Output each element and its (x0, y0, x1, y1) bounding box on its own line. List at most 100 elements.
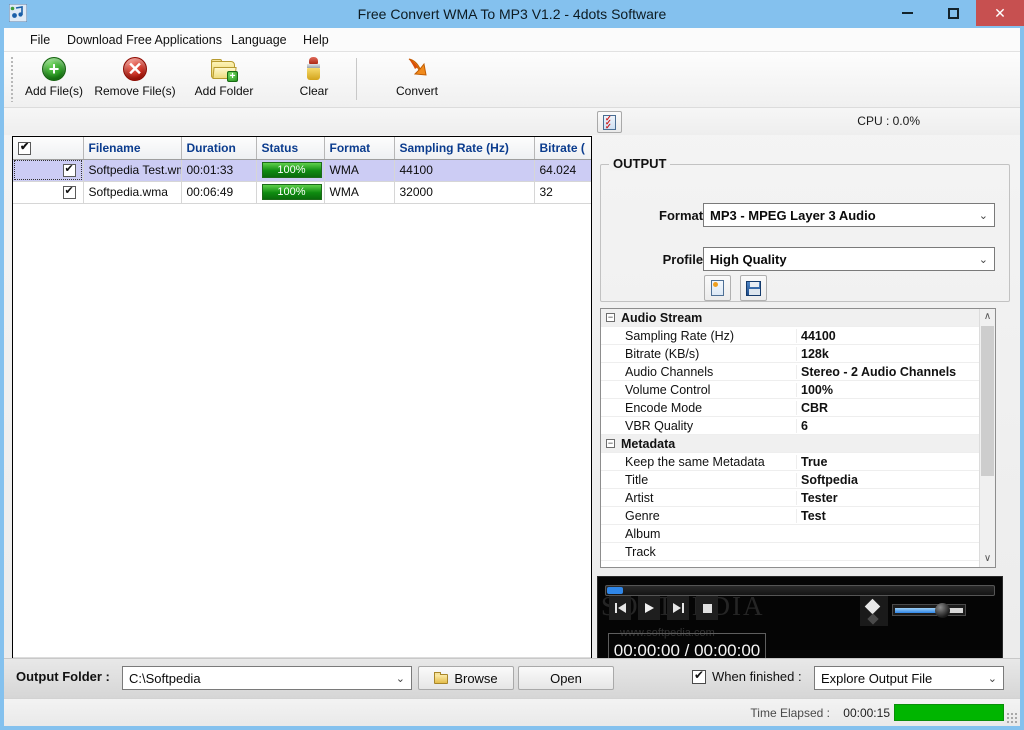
property-row[interactable]: Audio Channels Stereo - 2 Audio Channels (601, 363, 995, 381)
property-row[interactable]: Track (601, 543, 995, 561)
property-row[interactable]: Keep the same Metadata True (601, 453, 995, 471)
profile-label: Profile : (662, 252, 711, 267)
column-header-status[interactable]: Status (256, 137, 325, 160)
save-profile-button[interactable] (740, 275, 767, 301)
collapse-icon[interactable]: − (606, 313, 615, 322)
cell-sampling: 32000 (394, 181, 535, 204)
output-group: OUTPUT Format : MP3 - MPEG Layer 3 Audio… (600, 156, 1010, 302)
checklist-icon: ✓ ✓ ✓ (603, 114, 616, 130)
property-group-audio-stream[interactable]: − Audio Stream (601, 309, 995, 327)
row-checkbox-cell[interactable] (13, 159, 84, 182)
cell-filename: Softpedia Test.wma (83, 159, 182, 182)
play-icon (645, 603, 654, 613)
column-header-sampling[interactable]: Sampling Rate (Hz) (394, 137, 535, 160)
resize-grip[interactable] (1006, 712, 1018, 724)
property-group-metadata[interactable]: − Metadata (601, 435, 995, 453)
property-row[interactable]: Artist Tester (601, 489, 995, 507)
skip-next-icon (672, 603, 684, 613)
volume-slider[interactable] (892, 603, 966, 618)
scrollbar-thumb[interactable] (981, 326, 994, 476)
seek-thumb[interactable] (607, 587, 623, 594)
property-row[interactable]: VBR Quality 6 (601, 417, 995, 435)
application-window: Free Convert WMA To MP3 V1.2 - 4dots Sof… (0, 0, 1024, 730)
property-row[interactable]: Encode Mode CBR (601, 399, 995, 417)
stop-icon (702, 603, 712, 613)
output-folder-combobox[interactable]: C:\Softpedia ⌄ (122, 666, 412, 690)
next-button[interactable] (667, 596, 689, 620)
when-finished-checkbox[interactable] (692, 668, 706, 684)
folder-add-icon: + (211, 56, 238, 82)
property-row[interactable]: Sampling Rate (Hz) 44100 (601, 327, 995, 345)
cpu-usage-label: CPU : 0.0% (857, 114, 920, 128)
convert-button[interactable]: Convert (384, 54, 450, 104)
property-row[interactable]: Genre Test (601, 507, 995, 525)
open-button[interactable]: Open (518, 666, 614, 690)
remove-files-button[interactable]: ✕ Remove File(s) (88, 54, 182, 104)
column-header-filename[interactable]: Filename (83, 137, 182, 160)
status-progress-bar: 100% (261, 184, 322, 200)
scroll-up-arrow-icon[interactable]: ∧ (980, 309, 995, 325)
volume-icon[interactable] (860, 596, 888, 626)
toolbar: + Add File(s) ✕ Remove File(s) + Add Fol… (4, 52, 1020, 108)
table-row[interactable]: Softpedia.wma 00:06:49 100% WMA 32000 32 (13, 181, 591, 204)
column-header-checkbox[interactable] (13, 137, 84, 160)
property-row[interactable]: Bitrate (KB/s) 128k (601, 345, 995, 363)
property-row[interactable]: Title Softpedia (601, 471, 995, 489)
cell-filename: Softpedia.wma (83, 181, 182, 204)
property-group-label: Metadata (621, 436, 676, 451)
minimize-button[interactable] (884, 0, 930, 26)
file-list-panel[interactable]: Filename Duration Status Format Sampling… (12, 136, 592, 674)
menu-item-language[interactable]: Language (225, 28, 293, 52)
play-button[interactable] (638, 596, 660, 620)
column-header-duration[interactable]: Duration (181, 137, 257, 160)
column-header-format[interactable]: Format (324, 137, 395, 160)
cell-bitrate: 32 (534, 181, 591, 204)
output-folder-label: Output Folder : (16, 669, 110, 684)
stop-button[interactable] (696, 596, 718, 620)
property-row[interactable]: Album (601, 525, 995, 543)
toolbar-grip[interactable] (10, 56, 14, 102)
volume-thumb[interactable] (935, 603, 950, 618)
format-combobox[interactable]: MP3 - MPEG Layer 3 Audio ⌄ (703, 203, 995, 227)
skip-previous-icon (614, 603, 626, 613)
property-row[interactable]: Volume Control 100% (601, 381, 995, 399)
add-files-button[interactable]: + Add File(s) (20, 54, 88, 104)
select-all-checkbox[interactable] (18, 141, 31, 155)
browse-button[interactable]: Browse (418, 666, 514, 690)
row-checkbox[interactable] (62, 163, 76, 178)
menu-item-help[interactable]: Help (297, 28, 335, 52)
chevron-down-icon: ⌄ (987, 673, 997, 685)
profile-combobox[interactable]: High Quality ⌄ (703, 247, 995, 271)
green-plus-circle-icon: + (41, 56, 67, 82)
maximize-button[interactable] (930, 0, 976, 26)
seek-slider[interactable] (605, 585, 995, 596)
status-bar: Time Elapsed : 00:00:15 (4, 698, 1020, 726)
checklist-button[interactable]: ✓ ✓ ✓ (597, 111, 622, 133)
close-icon: ✕ (994, 5, 1006, 21)
column-header-bitrate[interactable]: Bitrate ( (534, 137, 591, 160)
close-button[interactable]: ✕ (976, 0, 1024, 26)
toolbar-separator (356, 58, 357, 100)
menu-item-file[interactable]: File (24, 28, 56, 52)
scroll-down-arrow-icon[interactable]: ∨ (980, 551, 995, 567)
property-row[interactable] (601, 561, 995, 567)
table-header-row: Filename Duration Status Format Sampling… (13, 137, 591, 160)
row-checkbox[interactable] (62, 185, 76, 200)
output-group-legend: OUTPUT (609, 156, 671, 171)
when-finished-label: When finished : (712, 669, 802, 684)
add-folder-button[interactable]: + Add Folder (184, 54, 264, 104)
menu-item-download[interactable]: Download Free Applications (61, 28, 228, 52)
cell-format: WMA (324, 159, 395, 182)
new-profile-button[interactable] (704, 275, 731, 301)
row-checkbox-cell[interactable] (13, 181, 84, 204)
collapse-icon[interactable]: − (606, 439, 615, 448)
previous-button[interactable] (609, 596, 631, 620)
file-list-table: Filename Duration Status Format Sampling… (13, 137, 591, 204)
properties-grid[interactable]: − Audio Stream Sampling Rate (Hz) 44100 … (600, 308, 996, 568)
browse-label: Browse (454, 670, 498, 686)
profile-value: High Quality (710, 251, 787, 267)
when-finished-combobox[interactable]: Explore Output File ⌄ (814, 666, 1004, 690)
clear-button[interactable]: Clear (286, 54, 342, 104)
table-row[interactable]: Softpedia Test.wma 00:01:33 100% WMA 441… (13, 159, 591, 182)
properties-vertical-scrollbar[interactable]: ∧ ∨ (979, 309, 995, 567)
